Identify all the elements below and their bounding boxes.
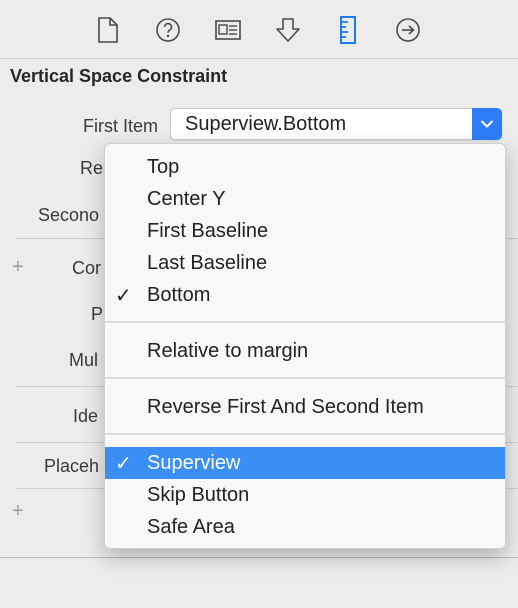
help-icon[interactable]: [152, 14, 184, 46]
relation-label: Re: [80, 158, 104, 178]
connections-arrow-icon[interactable]: [392, 14, 424, 46]
menu-separator: [105, 377, 505, 379]
menu-item-reverse-items[interactable]: Reverse First And Second Item: [105, 391, 505, 423]
constant-label: Cor: [72, 258, 102, 278]
menu-separator: [105, 433, 505, 435]
menu-item-relative-to-margin[interactable]: Relative to margin: [105, 335, 505, 367]
second-item-label: Secono: [38, 205, 100, 225]
menu-item-first-baseline[interactable]: First Baseline: [105, 215, 505, 247]
inspector-toolbar: [0, 0, 518, 59]
checkmark-icon: ✓: [115, 284, 132, 307]
checkmark-icon: ✓: [115, 452, 132, 475]
menu-item-last-baseline[interactable]: Last Baseline: [105, 247, 505, 279]
add-variation-constant-icon[interactable]: +: [12, 256, 24, 279]
menu-item-skip-button[interactable]: Skip Button: [105, 479, 505, 511]
first-item-dropdown-menu: Top Center Y First Baseline Last Baselin…: [104, 143, 506, 549]
first-item-label: First Item: [83, 116, 158, 136]
identifier-label: Ide: [73, 406, 99, 426]
menu-item-superview[interactable]: ✓ Superview: [105, 447, 505, 479]
file-icon[interactable]: [92, 14, 124, 46]
multiplier-label: Mul: [69, 350, 99, 370]
add-variation-installed-icon[interactable]: +: [12, 500, 24, 523]
size-ruler-icon[interactable]: [332, 14, 364, 46]
priority-label: P: [91, 304, 104, 324]
section-bottom-border: [0, 557, 518, 558]
chevron-down-icon[interactable]: [472, 108, 502, 140]
attributes-icon[interactable]: [272, 14, 304, 46]
menu-separator: [105, 321, 505, 323]
placeholder-label: Placeh: [44, 456, 100, 476]
identity-icon[interactable]: [212, 14, 244, 46]
menu-item-bottom[interactable]: ✓ Bottom: [105, 279, 505, 311]
section-title: Vertical Space Constraint: [10, 66, 228, 86]
first-item-value: Superview.Bottom: [185, 113, 347, 135]
first-item-popup[interactable]: Superview.Bottom: [170, 108, 502, 140]
menu-item-top[interactable]: Top: [105, 151, 505, 183]
menu-item-center-y[interactable]: Center Y: [105, 183, 505, 215]
menu-item-safe-area[interactable]: Safe Area: [105, 511, 505, 543]
